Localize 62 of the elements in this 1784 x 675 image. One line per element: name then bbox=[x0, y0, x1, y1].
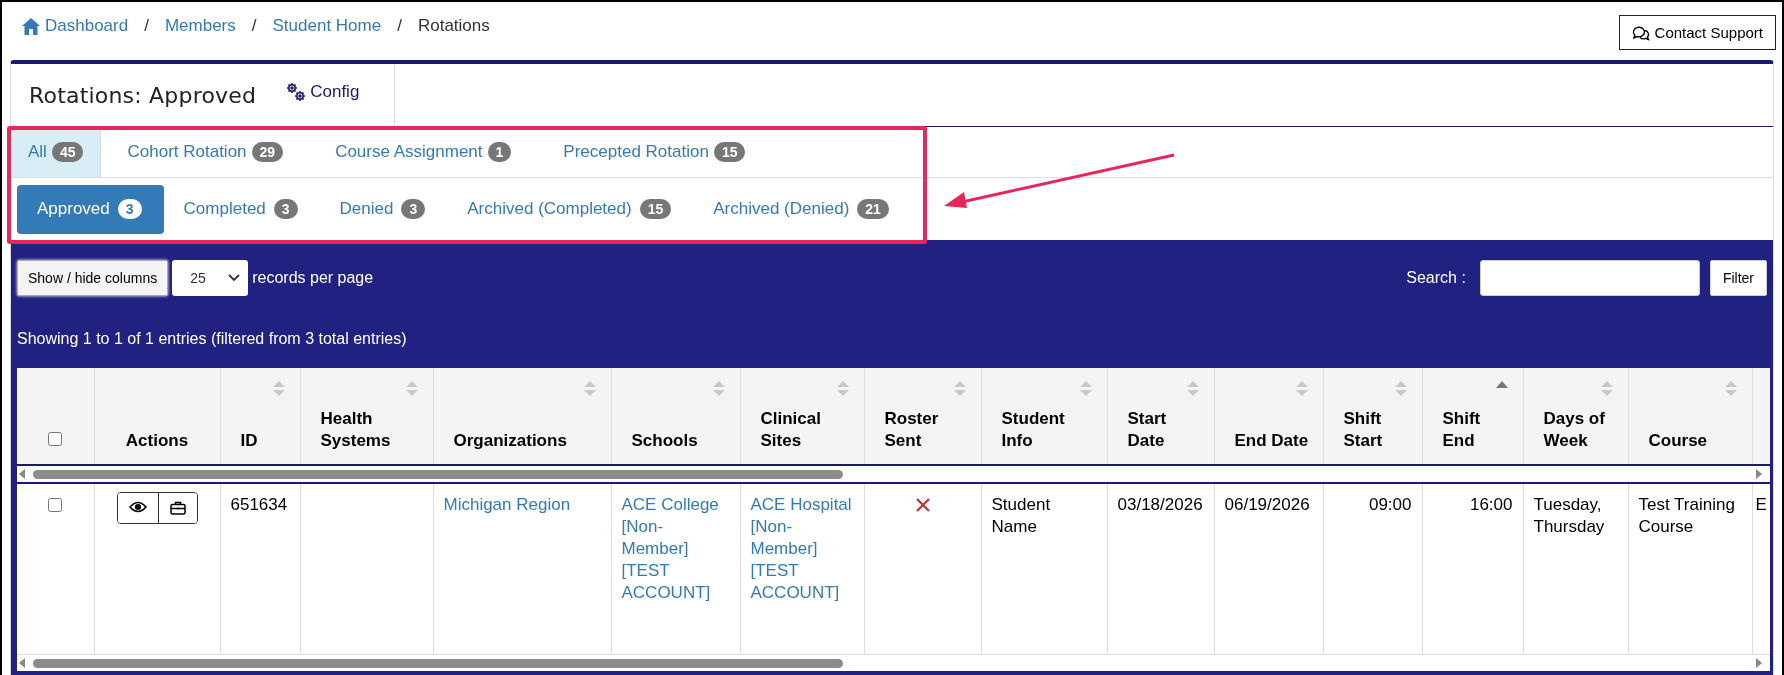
type-tab[interactable]: All 45 bbox=[11, 127, 102, 177]
briefcase-icon bbox=[169, 501, 186, 515]
table-link[interactable]: ACE College [Non-Member] [TEST ACCOUNT] bbox=[621, 494, 730, 604]
column-header[interactable]: Shift End bbox=[1422, 368, 1523, 464]
type-tab[interactable]: Cohort Rotation 29 bbox=[101, 127, 310, 177]
column-header[interactable]: Roster Sent bbox=[864, 368, 981, 464]
briefcase-button[interactable] bbox=[157, 493, 197, 523]
count-badge: 29 bbox=[251, 142, 284, 162]
column-header: Actions bbox=[94, 368, 220, 464]
column-header[interactable]: End Date bbox=[1214, 368, 1323, 464]
chat-icon bbox=[1631, 24, 1650, 41]
status-tab[interactable]: Denied 3 bbox=[319, 184, 448, 234]
filter-button[interactable]: Filter bbox=[1709, 260, 1767, 296]
status-tab[interactable]: Approved 3 bbox=[17, 184, 164, 234]
row-checkbox[interactable] bbox=[48, 498, 63, 512]
count-badge: 15 bbox=[713, 142, 746, 162]
count-badge: 3 bbox=[401, 199, 426, 219]
chevron-down-icon bbox=[228, 274, 241, 282]
count-badge: 3 bbox=[273, 199, 298, 219]
count-badge: 45 bbox=[51, 142, 84, 162]
count-badge: 21 bbox=[857, 199, 889, 219]
select-all-checkbox[interactable] bbox=[48, 432, 63, 446]
table-link[interactable]: Michigan Region bbox=[443, 494, 601, 516]
column-header[interactable]: Days of Week bbox=[1523, 368, 1628, 464]
config-link[interactable]: Config bbox=[286, 82, 360, 102]
status-tab[interactable]: Archived (Completed) 15 bbox=[447, 184, 694, 234]
column-header[interactable]: Course bbox=[1628, 368, 1752, 464]
entries-info: Showing 1 to 1 of 1 entries (filtered from 3 total entries) bbox=[17, 330, 407, 348]
column-header[interactable]: Start Date bbox=[1107, 368, 1214, 464]
column-header[interactable]: Clinical Sites bbox=[740, 368, 864, 464]
contact-support-button[interactable]: Contact Support bbox=[1618, 15, 1776, 50]
page-title: Rotations: Approved bbox=[29, 82, 257, 108]
breadcrumb-separator: / bbox=[144, 16, 149, 36]
count-badge: 3 bbox=[117, 199, 142, 219]
column-header[interactable]: ID bbox=[220, 368, 300, 464]
breadcrumb-link[interactable]: Dashboard bbox=[22, 16, 129, 36]
type-tab[interactable]: Course Assignment 1 bbox=[309, 127, 538, 177]
column-header[interactable]: Organizations bbox=[433, 368, 611, 464]
count-badge: 1 bbox=[487, 142, 512, 162]
search-field[interactable] bbox=[1479, 260, 1700, 296]
search-label: Search : bbox=[1406, 269, 1466, 287]
breadcrumb-link[interactable]: Members bbox=[164, 16, 236, 36]
page-size-select[interactable]: 25 bbox=[172, 260, 249, 296]
table-link[interactable]: ACE Hospital [Non-Member] [TEST ACCOUNT] bbox=[750, 494, 854, 604]
breadcrumb-current: Rotations bbox=[417, 16, 490, 36]
column-header[interactable]: Schools bbox=[611, 368, 740, 464]
gears-icon bbox=[286, 82, 307, 102]
column-header[interactable]: Shift Start bbox=[1323, 368, 1422, 464]
home-icon bbox=[22, 17, 40, 35]
breadcrumb-separator: / bbox=[251, 16, 257, 36]
breadcrumb-separator: / bbox=[397, 16, 402, 36]
show-hide-columns-button[interactable]: Show / hide columns bbox=[17, 260, 169, 296]
column-header[interactable]: Health Systems bbox=[300, 368, 433, 464]
type-tab[interactable]: Precepted Rotation 15 bbox=[537, 127, 772, 177]
breadcrumb-link[interactable]: Student Home bbox=[272, 16, 382, 36]
status-tab[interactable]: Completed 3 bbox=[163, 184, 320, 234]
status-tab[interactable]: Archived (Denied) 21 bbox=[693, 184, 911, 234]
count-badge: 15 bbox=[639, 199, 672, 219]
records-per-page-label: records per page bbox=[252, 269, 374, 287]
eye-icon bbox=[128, 501, 147, 513]
column-header[interactable]: Student Info bbox=[981, 368, 1107, 464]
scrollbar[interactable] bbox=[17, 464, 1770, 484]
